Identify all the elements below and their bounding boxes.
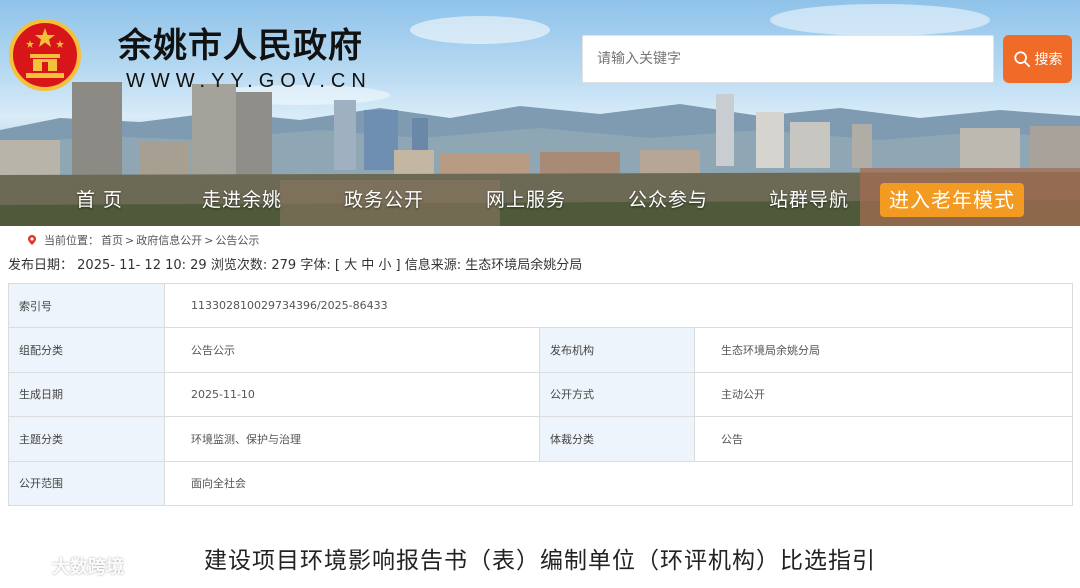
national-emblem-icon (9, 19, 81, 91)
table-row: 索引号 113302810029734396/2025-86433 (8, 282, 1074, 329)
publish-date-label: 发布日期： (8, 258, 74, 273)
article-title: 建设项目环境影响报告书（表）编制单位（环评机构）比选指引 (204, 548, 876, 574)
nav-item-government-affairs[interactable]: 政务公开 (344, 180, 424, 220)
genre-value: 公告 (693, 416, 1074, 462)
index-number-value: 113302810029734396/2025-86433 (163, 282, 1074, 329)
view-count: 279 (271, 258, 297, 273)
font-size-small-button[interactable]: 小 (378, 258, 391, 273)
search-icon (1013, 51, 1030, 68)
created-date-label: 生成日期 (8, 371, 165, 418)
breadcrumb-home-link[interactable]: 首页 (101, 232, 123, 248)
nav-item-home[interactable]: 首 页 (76, 180, 123, 220)
article-meta: 发布日期： 2025- 11- 12 10: 29 浏览次数: 279 字体: … (8, 254, 582, 273)
site-title: 余姚市人民政府 (118, 26, 363, 66)
search-input[interactable] (582, 35, 994, 83)
site-url: WWW.YY.GOV.CN (126, 70, 372, 92)
table-row: 主题分类 环境监测、保护与治理 体裁分类 公告 (8, 416, 1074, 462)
search-button-label: 搜索 (1034, 52, 1063, 68)
location-pin-icon (28, 235, 36, 245)
category-label: 组配分类 (8, 327, 165, 373)
watermark: 大数跨境 (8, 553, 124, 579)
breadcrumb-separator: > (204, 233, 214, 247)
created-date-value: 2025-11-10 (164, 371, 540, 418)
breadcrumb-announcements-link[interactable]: 公告公示 (215, 232, 259, 248)
category-value: 公告公示 (164, 327, 540, 373)
breadcrumb-separator: > (125, 233, 135, 247)
publisher-value: 生态环境局余姚分局 (693, 327, 1074, 373)
table-row: 生成日期 2025-11-10 公开方式 主动公开 (8, 371, 1074, 418)
watermark-text: 大数跨境 (52, 557, 124, 578)
document-info-table: 索引号 113302810029734396/2025-86433 组配分类 公… (8, 282, 1074, 506)
search-button[interactable]: 搜索 (1003, 35, 1072, 83)
disclosure-method-label: 公开方式 (539, 371, 695, 418)
main-nav: 首 页 走进余姚 政务公开 网上服务 公众参与 站群导航 进入老年模式 (0, 180, 1080, 220)
topic-value: 环境监测、保护与治理 (164, 416, 540, 462)
site-header-banner: 余姚市人民政府 WWW.YY.GOV.CN 搜索 首 页 走进余姚 政务公开 网… (0, 0, 1080, 226)
table-row: 公开范围 面向全社会 (8, 460, 1074, 506)
source-value: 生态环境局余姚分局 (465, 258, 583, 273)
nav-item-public-participation[interactable]: 公众参与 (628, 180, 708, 220)
breadcrumb: 当前位置： 首页 > 政府信息公开 > 公告公示 (26, 232, 259, 248)
view-count-label: 浏览次数: (210, 258, 268, 273)
nav-item-about-yuyao[interactable]: 走进余姚 (202, 180, 282, 220)
index-number-label: 索引号 (8, 282, 165, 329)
font-size-label: 字体: [ (300, 258, 340, 273)
table-row: 组配分类 公告公示 发布机构 生态环境局余姚分局 (8, 327, 1074, 373)
disclosure-scope-value: 面向全社会 (163, 460, 1074, 506)
genre-label: 体裁分类 (539, 416, 695, 462)
breadcrumb-prefix: 当前位置： (44, 234, 99, 247)
watermark-logo-icon (10, 558, 46, 574)
elder-mode-button[interactable]: 进入老年模式 (880, 183, 1024, 217)
topic-label: 主题分类 (8, 416, 165, 462)
font-size-large-button[interactable]: 大 (344, 258, 357, 273)
font-size-medium-button[interactable]: 中 (361, 258, 374, 273)
breadcrumb-gov-info-link[interactable]: 政府信息公开 (136, 232, 202, 248)
publisher-label: 发布机构 (539, 327, 695, 373)
source-label: ] 信息来源: (395, 258, 462, 273)
publish-date: 2025- 11- 12 10: 29 (77, 258, 207, 273)
disclosure-scope-label: 公开范围 (8, 460, 165, 506)
nav-item-site-navigation[interactable]: 站群导航 (769, 180, 849, 220)
nav-item-online-services[interactable]: 网上服务 (486, 180, 566, 220)
disclosure-method-value: 主动公开 (693, 371, 1074, 418)
